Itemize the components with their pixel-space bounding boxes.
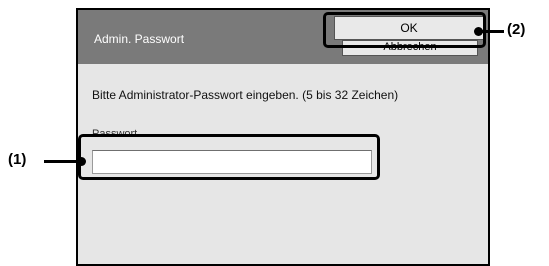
callout-2-dot	[474, 27, 483, 36]
dialog-title: Admin. Passwort	[94, 32, 185, 46]
callout-1-label: (1)	[8, 151, 27, 168]
callout-2-label: (2)	[507, 21, 526, 38]
password-field[interactable]	[92, 150, 372, 174]
callout-1-leader-line	[44, 160, 80, 163]
password-input[interactable]	[93, 151, 371, 173]
admin-password-dialog: Admin. Passwort OK Abbrechen Bitte Admin…	[76, 8, 490, 266]
callout-1-dot	[77, 157, 86, 166]
instruction-text: Bitte Administrator-Passwort eingeben. (…	[92, 88, 399, 102]
ok-highlight-frame	[323, 12, 486, 48]
dialog-titlebar: Admin. Passwort OK Abbrechen	[78, 10, 488, 64]
